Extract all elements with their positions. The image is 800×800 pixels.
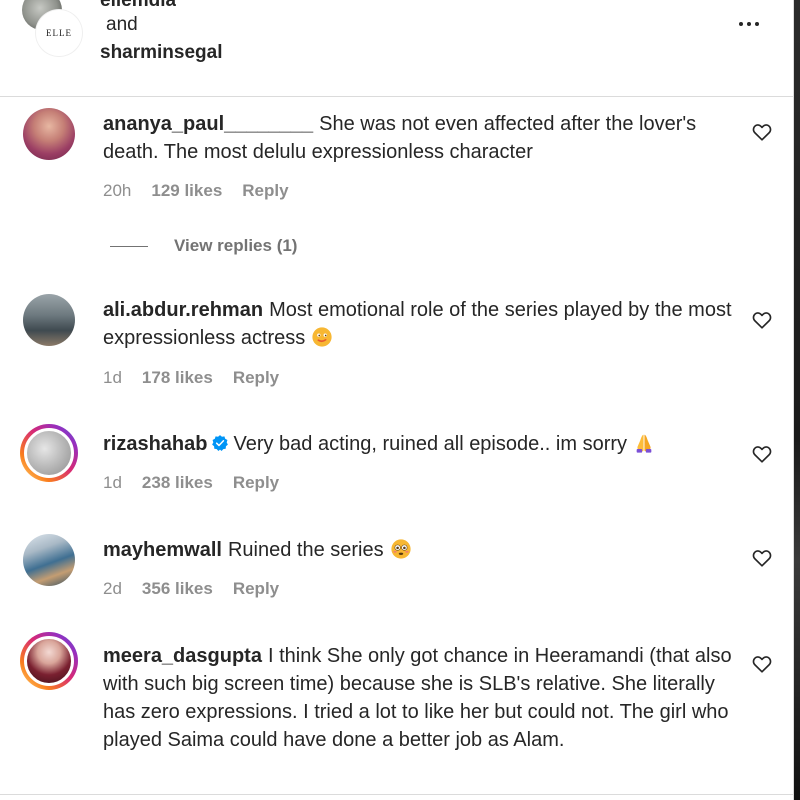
comment-likes[interactable]: 238 likes: [142, 473, 213, 493]
more-dot-icon: [747, 22, 751, 26]
flushed-face-icon: [390, 539, 411, 559]
comment-likes[interactable]: 178 likes: [142, 368, 213, 388]
comments-panel: ELLE ellemdia and sharminsegal ananya_pa…: [0, 0, 800, 800]
commenter-avatar: [24, 428, 74, 478]
header-username-1[interactable]: ellemdia: [100, 0, 176, 12]
like-heart-icon[interactable]: [751, 443, 773, 465]
like-heart-icon[interactable]: [751, 309, 773, 331]
comment-time: 20h: [103, 181, 132, 200]
like-heart-icon[interactable]: [751, 121, 773, 143]
elle-avatar[interactable]: ELLE: [36, 10, 82, 56]
comment-likes[interactable]: 129 likes: [151, 181, 222, 201]
smirk-face-icon: [312, 327, 332, 347]
elle-logo: ELLE: [46, 28, 72, 38]
comment-body: ali.abdur.rehman Most emotional role of t…: [103, 296, 733, 352]
comment-body: rizashahab Very bad acting, ruined all e…: [103, 430, 733, 458]
panel-bottom-border: [0, 794, 793, 795]
comment-text: Ruined the series: [227, 539, 384, 561]
replies-line: [110, 245, 148, 247]
comment-time: 1d: [103, 473, 122, 492]
commenter-avatar-story-ring[interactable]: [20, 424, 78, 482]
commenter-avatar-story-ring[interactable]: [20, 632, 78, 690]
comment-meta: 2d 356 likes Reply: [103, 579, 279, 599]
comment-meta: 20h 129 likes Reply: [103, 181, 289, 201]
comment-meta: 1d 178 likes Reply: [103, 368, 279, 388]
comment-body: meera_dasgupta I think She only got chanc…: [103, 642, 733, 754]
background-strip: [794, 0, 800, 800]
view-replies-label: View replies (1): [174, 236, 298, 255]
commenter-avatar: [24, 636, 74, 686]
reply-button[interactable]: Reply: [233, 579, 279, 599]
comment-time: 2d: [103, 579, 122, 598]
header-username-2[interactable]: sharminsegal: [100, 42, 223, 64]
post-header: ELLE ellemdia and sharminsegal: [0, 0, 793, 97]
like-heart-icon[interactable]: [751, 653, 773, 675]
reply-button[interactable]: Reply: [233, 368, 279, 388]
comment-username[interactable]: ananya_paul________: [103, 113, 313, 135]
more-dot-icon: [739, 22, 743, 26]
comment-text: Very bad acting, ruined all episode.. im…: [233, 433, 628, 455]
comment-meta: 1d 238 likes Reply: [103, 473, 279, 493]
comment-username[interactable]: meera_dasgupta: [103, 645, 262, 667]
more-options-button[interactable]: [733, 14, 765, 34]
view-replies-button[interactable]: View replies (1): [110, 236, 297, 256]
comment-time: 1d: [103, 368, 122, 387]
comment-body: mayhemwall Ruined the series: [103, 536, 733, 564]
commenter-avatar[interactable]: [23, 294, 75, 346]
comment-username[interactable]: ali.abdur.rehman: [103, 299, 263, 321]
folded-hands-icon: [636, 434, 652, 453]
comment-body: ananya_paul________ She was not even affe…: [103, 110, 733, 166]
more-dot-icon: [755, 22, 759, 26]
comment-likes[interactable]: 356 likes: [142, 579, 213, 599]
reply-button[interactable]: Reply: [242, 181, 288, 201]
comment-username[interactable]: mayhemwall: [103, 539, 222, 561]
verified-badge-icon: [212, 435, 229, 452]
comment-username[interactable]: rizashahab: [103, 433, 207, 455]
header-and-text: and: [106, 14, 138, 35]
commenter-avatar[interactable]: [23, 108, 75, 160]
reply-button[interactable]: Reply: [233, 473, 279, 493]
like-heart-icon[interactable]: [751, 547, 773, 569]
commenter-avatar[interactable]: [23, 534, 75, 586]
